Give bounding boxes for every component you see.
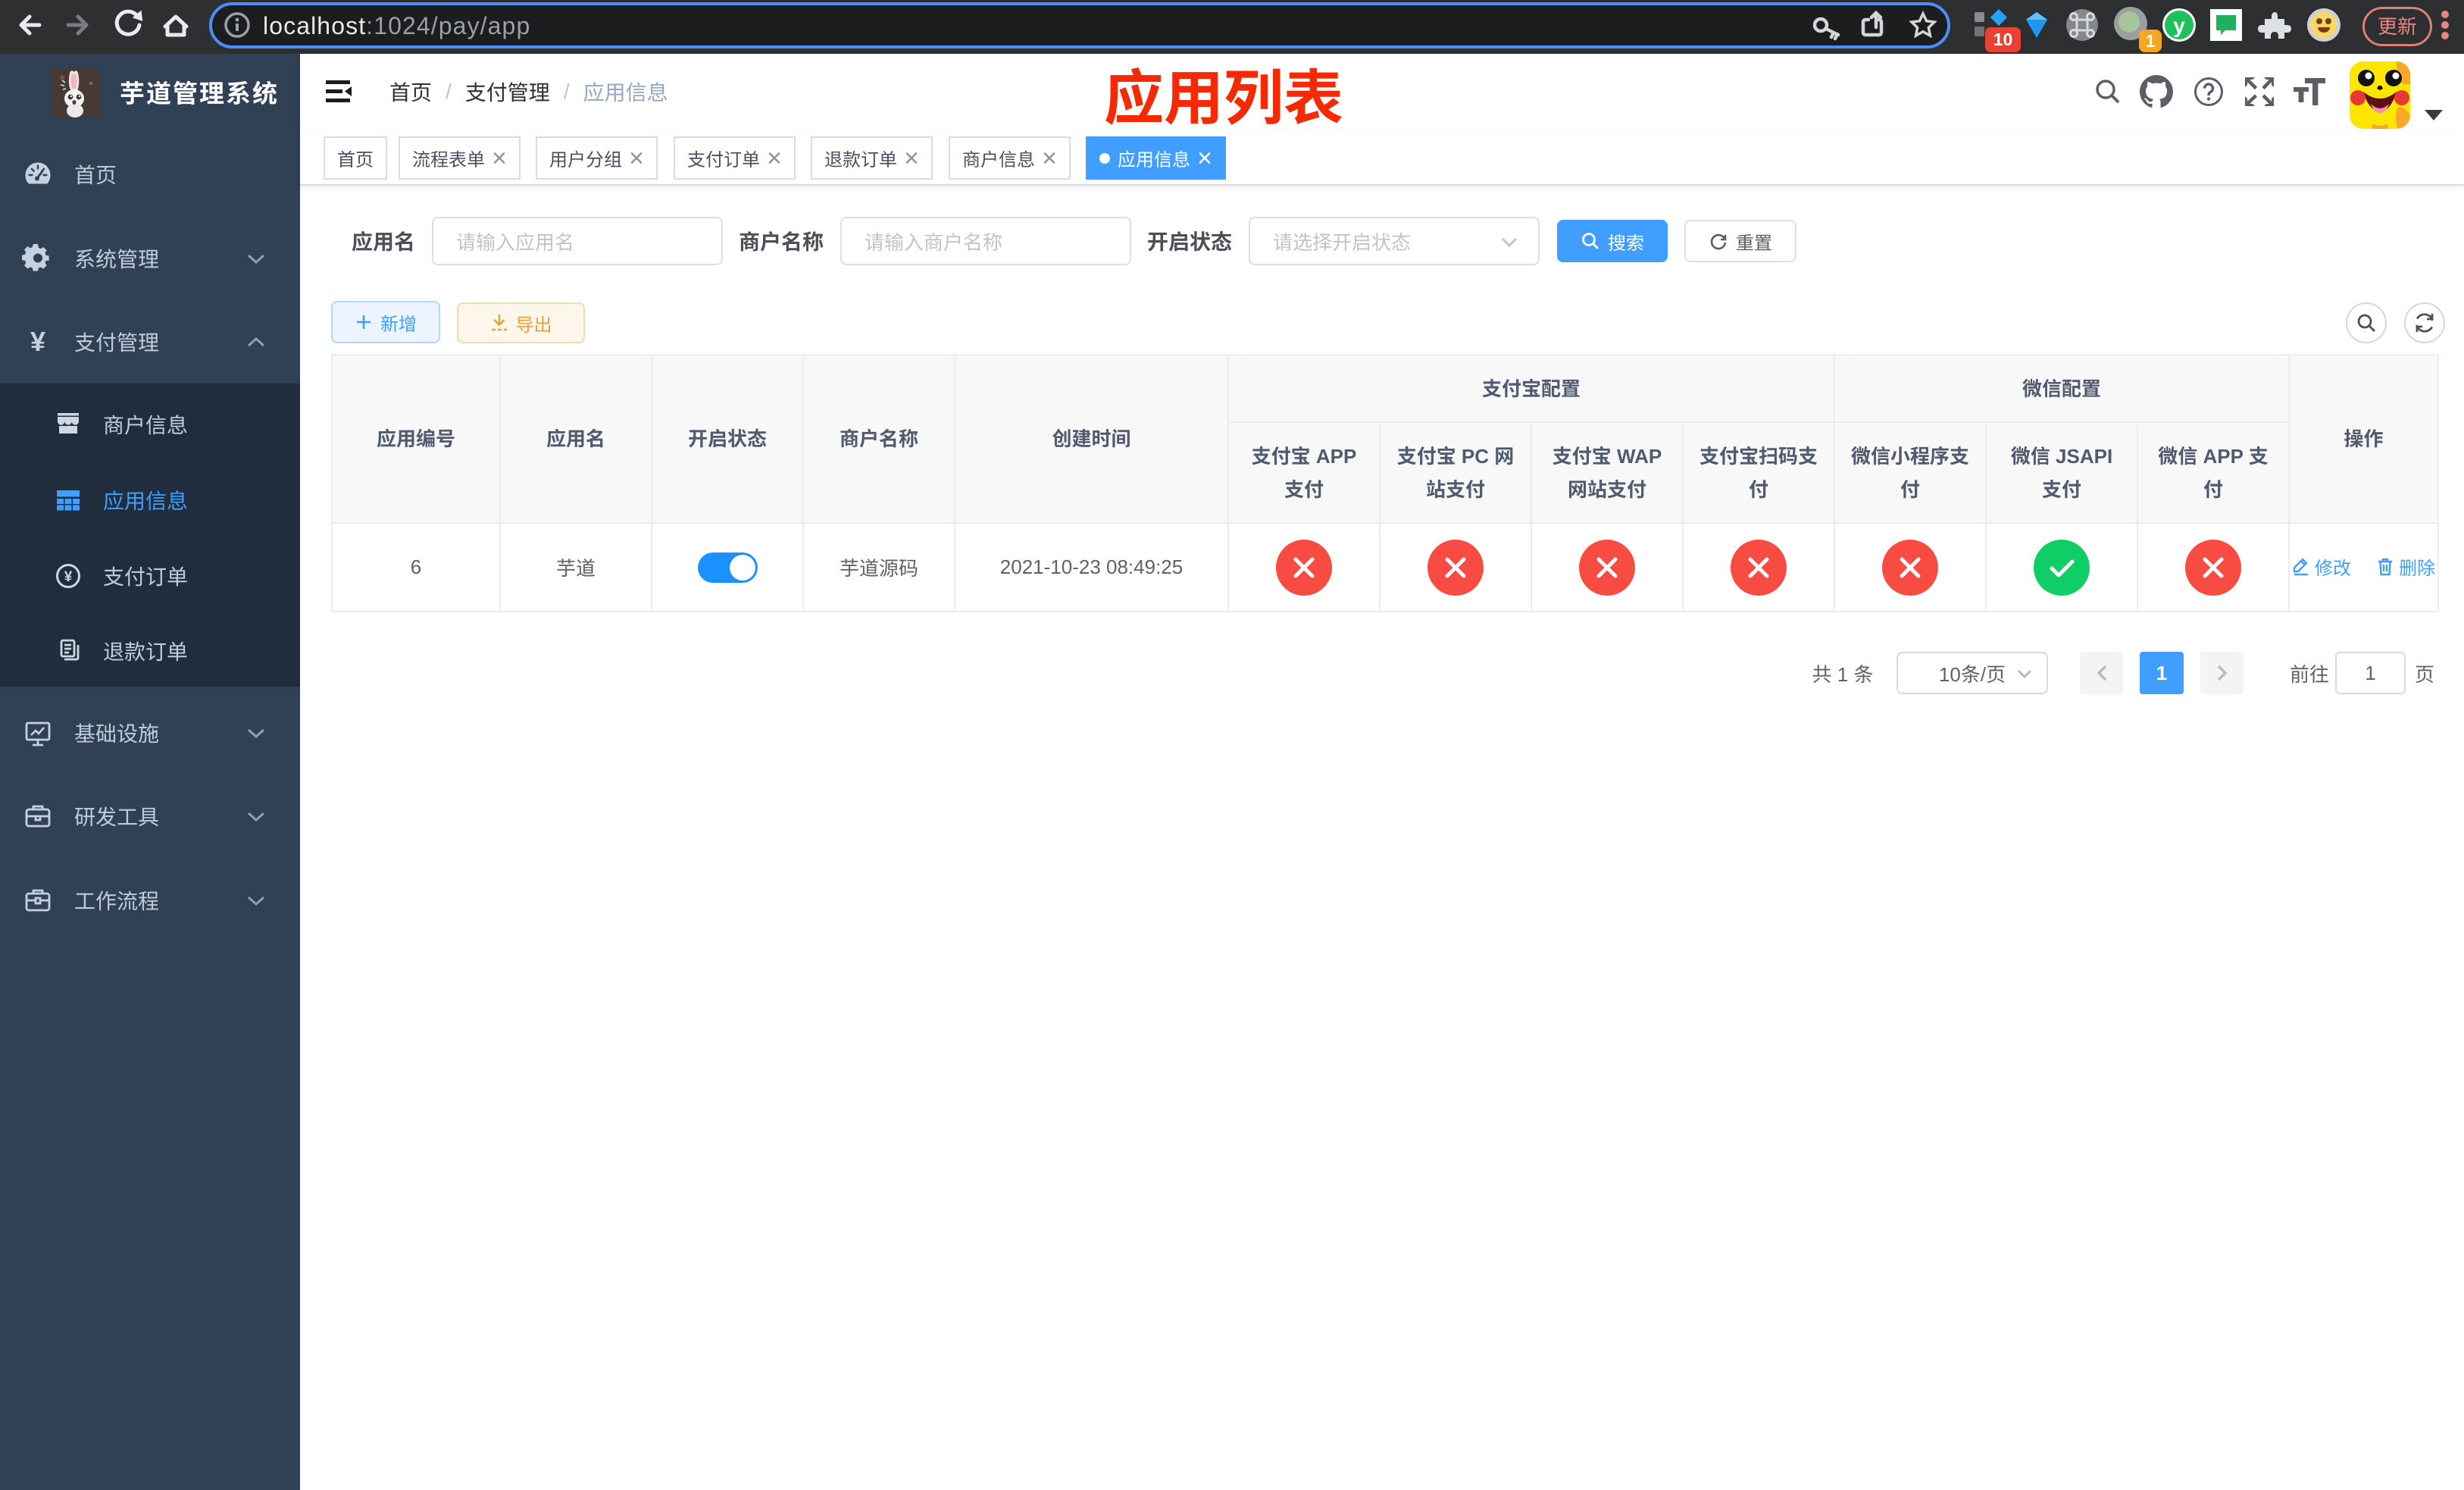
svg-text:y: y xyxy=(2173,14,2185,37)
svg-text:¥: ¥ xyxy=(64,569,73,585)
